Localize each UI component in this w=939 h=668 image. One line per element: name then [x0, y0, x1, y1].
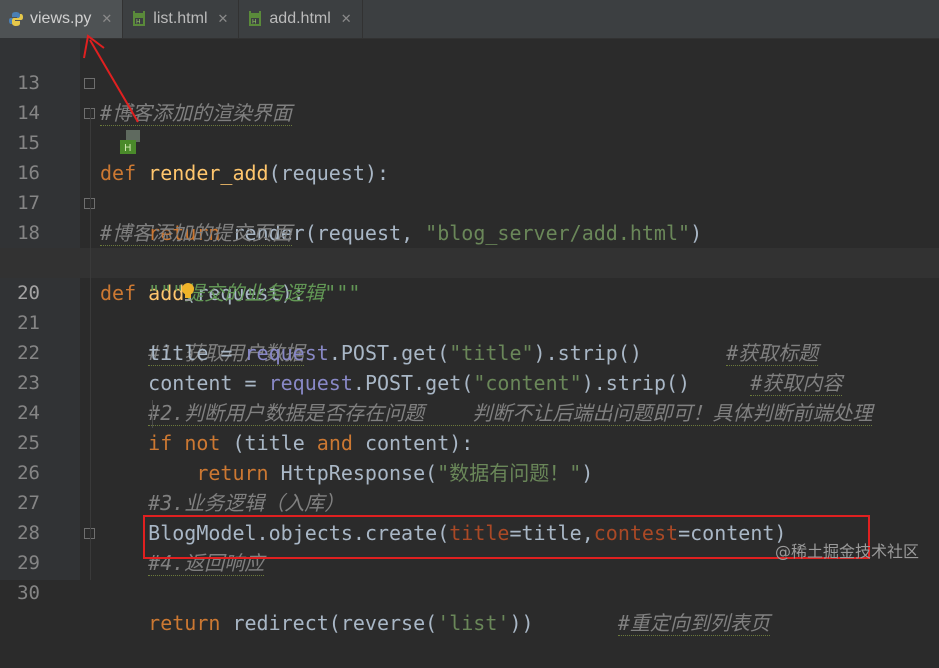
code-line: 19 """提交的业务逻辑""": [0, 218, 939, 305]
code-line: 22 content = request.POST.get("content")…: [0, 308, 939, 396]
code-line: 18 def add(request):: [0, 188, 939, 305]
code-line: 25 return HttpResponse("数据有问题！"): [0, 398, 939, 485]
html-file-icon: H: [247, 11, 263, 27]
svg-text:H: H: [136, 19, 141, 26]
code-line: 15 H return render(request, "blog_server…: [0, 98, 939, 245]
code-line: 24 if not (title and content):: [0, 368, 939, 455]
code-line: 14 def render_add(request):: [0, 68, 939, 185]
code-line: 21 title = request.POST.get("title").str…: [0, 278, 939, 366]
code-line: 26 #3.业务逻辑（入库）: [0, 428, 939, 516]
code-line: 17 #博客添加的提交页面: [0, 158, 939, 246]
html-file-icon: H: [131, 11, 147, 27]
close-icon[interactable]: ✕: [218, 11, 229, 27]
lightbulb-icon[interactable]: [108, 252, 195, 301]
code-line: 27 BlogModel.objects.create(title=title,…: [0, 458, 939, 545]
tab-label: views.py: [30, 10, 92, 27]
code-editor[interactable]: 13 #博客添加的渲染界面 14 def render_add(request)…: [0, 38, 939, 636]
line-content: return redirect(reverse('list')) #重定向到列表…: [148, 611, 770, 636]
code-line-current: 20 #1.获取用户数据: [0, 248, 939, 366]
fold-toggle-icon[interactable]: [84, 78, 95, 89]
code-line: 28 #4.返回响应: [0, 488, 939, 576]
watermark: @稀土掘金技术社区: [774, 542, 919, 561]
python-file-icon: [8, 11, 24, 27]
code-line: 16: [0, 128, 939, 184]
tab-label: list.html: [153, 10, 208, 27]
highlight-annotation-box: [143, 515, 870, 559]
line-number: 30: [17, 582, 40, 604]
editor-tab-bar: views.py ✕ H list.html ✕ H add.html ✕: [0, 0, 939, 39]
tab-label: add.html: [269, 10, 331, 27]
indent-guide: [90, 108, 91, 580]
tab-list-html[interactable]: H list.html ✕: [123, 0, 240, 38]
html-template-gutter-icon[interactable]: H: [48, 100, 141, 154]
code-line: 23 #2.判断用户数据是否存在问题 判断不让后端出问题即可！具体判断前端处理: [0, 338, 939, 426]
tab-add-html[interactable]: H add.html ✕: [239, 0, 363, 38]
close-icon[interactable]: ✕: [341, 11, 352, 27]
code-line: 13 #博客添加的渲染界面: [0, 38, 939, 126]
indent-guide: [152, 400, 153, 428]
tab-views-py[interactable]: views.py ✕: [0, 0, 124, 38]
svg-text:H: H: [252, 19, 257, 26]
close-icon[interactable]: ✕: [101, 11, 112, 27]
